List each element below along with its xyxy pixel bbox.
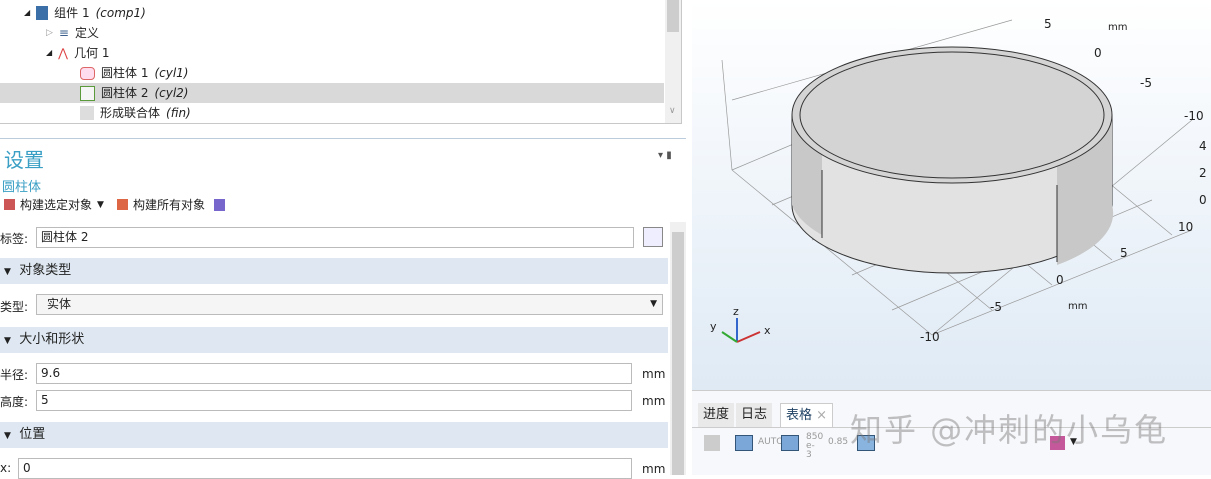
build-selected-button[interactable]: 构建选定对象 bbox=[20, 196, 92, 213]
settings-toolbar: 构建选定对象 ▼ 构建所有对象 bbox=[4, 196, 225, 213]
x-unit: mm bbox=[642, 462, 666, 476]
decimal-notation-button[interactable]: 0.85 bbox=[828, 437, 848, 447]
settings-title: 设置 bbox=[4, 148, 44, 172]
tick-label: 5 bbox=[1044, 17, 1052, 31]
label-edit-icon[interactable] bbox=[643, 227, 663, 247]
tick-label: 0 bbox=[1094, 46, 1102, 60]
chevron-down-icon: ▼ bbox=[650, 299, 657, 309]
engineering-notation-button[interactable]: 850 e-3 bbox=[806, 433, 823, 460]
tick-label: -5 bbox=[990, 300, 1002, 314]
dropdown-icon[interactable]: ▼ bbox=[97, 200, 104, 210]
close-icon[interactable]: × bbox=[816, 408, 827, 423]
radius-input[interactable]: 9.6 bbox=[36, 363, 632, 384]
graphics-viewport[interactable]: 5 mm 0 -5 -10 4 2 0 10 5 0 -5 mm -10 z y… bbox=[692, 0, 1211, 390]
x-label: x: bbox=[0, 461, 12, 475]
collapse-icon[interactable]: ▷ bbox=[46, 23, 53, 43]
height-unit: mm bbox=[642, 394, 666, 408]
axis-triad: z y x bbox=[710, 305, 771, 343]
cylinder-icon bbox=[80, 66, 95, 80]
build-options-icon[interactable] bbox=[213, 198, 225, 211]
build-all-icon bbox=[116, 199, 128, 210]
tree-scrollbar[interactable]: ∨ bbox=[665, 0, 681, 123]
radius-unit: mm bbox=[642, 367, 666, 381]
svg-text:x: x bbox=[764, 324, 771, 337]
x-input[interactable]: 0 bbox=[18, 458, 632, 479]
tree-item-component[interactable]: ◢ 组件 1 (comp1) bbox=[24, 3, 146, 23]
list-icon: ≡ bbox=[58, 26, 69, 40]
geometry-icon: ⋀ bbox=[58, 46, 68, 60]
full-precision-icon[interactable] bbox=[735, 435, 753, 451]
type-select[interactable]: 实体 ▼ bbox=[36, 294, 663, 315]
form-union-icon bbox=[80, 106, 94, 120]
settings-scrollbar[interactable] bbox=[670, 222, 686, 475]
label-field-label: 标签: bbox=[0, 232, 29, 246]
tree-item-cyl1[interactable]: 圆柱体 1 (cyl1) bbox=[80, 63, 188, 83]
type-label: 类型: bbox=[0, 300, 29, 314]
scroll-down-icon[interactable]: ∨ bbox=[669, 106, 676, 116]
svg-text:y: y bbox=[710, 320, 717, 333]
tree-item-definitions[interactable]: ▷ ≡ 定义 bbox=[46, 23, 99, 43]
section-size-shape[interactable]: ▼ 大小和形状 bbox=[0, 327, 668, 353]
tick-label: -10 bbox=[920, 330, 940, 344]
tick-label: -5 bbox=[1140, 76, 1152, 90]
tree-item-geometry[interactable]: ◢ ⋀ 几何 1 bbox=[46, 43, 109, 63]
tree-item-cyl2[interactable]: 圆柱体 2 (cyl2) bbox=[0, 83, 664, 103]
component-icon bbox=[36, 6, 49, 20]
settings-subtitle: 圆柱体 bbox=[2, 180, 42, 195]
scrollbar-thumb[interactable] bbox=[667, 0, 679, 32]
tab-log[interactable]: 日志 bbox=[736, 403, 773, 427]
tab-progress[interactable]: 进度 bbox=[698, 403, 735, 427]
expand-icon[interactable]: ◢ bbox=[24, 3, 30, 23]
axis-unit: mm bbox=[1068, 301, 1087, 312]
watermark: 知乎 @冲刺的小乌龟 bbox=[850, 411, 1169, 449]
height-input[interactable]: 5 bbox=[36, 390, 632, 411]
height-label: 高度: bbox=[0, 395, 29, 409]
tick-label: 10 bbox=[1178, 220, 1193, 234]
panel-menu-icon[interactable]: ▾ ▮ bbox=[658, 150, 672, 161]
tick-label: -10 bbox=[1184, 109, 1204, 123]
tick-label: 2 bbox=[1199, 166, 1207, 180]
tick-label: 0 bbox=[1056, 273, 1064, 287]
tab-table[interactable]: 表格 × bbox=[780, 403, 834, 427]
svg-text:z: z bbox=[733, 305, 739, 318]
axis-unit: mm bbox=[1108, 22, 1127, 33]
label-input[interactable]: 圆柱体 2 bbox=[36, 227, 634, 248]
section-object-type[interactable]: ▼ 对象类型 bbox=[0, 258, 668, 284]
tick-label: 4 bbox=[1199, 139, 1207, 153]
tick-label: 0 bbox=[1199, 193, 1207, 207]
build-all-button[interactable]: 构建所有对象 bbox=[133, 196, 205, 213]
radius-label: 半径: bbox=[0, 368, 29, 382]
auto-precision-button[interactable]: AUTO bbox=[758, 437, 783, 447]
tree-item-form-union[interactable]: 形成联合体 (fin) bbox=[80, 103, 191, 123]
table-layout-icon[interactable] bbox=[704, 435, 720, 451]
cylinder-icon bbox=[80, 85, 95, 101]
geometry-plot: 5 mm 0 -5 -10 4 2 0 10 5 0 -5 mm -10 z y… bbox=[710, 17, 1207, 344]
build-selected-icon bbox=[4, 199, 15, 210]
cylinder-top bbox=[791, 46, 1113, 184]
manual-precision-icon[interactable] bbox=[781, 435, 799, 451]
expand-icon[interactable]: ◢ bbox=[46, 43, 52, 63]
model-tree: ◢ 组件 1 (comp1) ▷ ≡ 定义 ◢ ⋀ 几何 1 圆柱体 1 (cyl1) 圆柱体… bbox=[0, 0, 682, 124]
section-position[interactable]: ▼ 位置 bbox=[0, 422, 668, 448]
tick-label: 5 bbox=[1120, 246, 1128, 260]
scrollbar-thumb[interactable] bbox=[672, 232, 684, 475]
